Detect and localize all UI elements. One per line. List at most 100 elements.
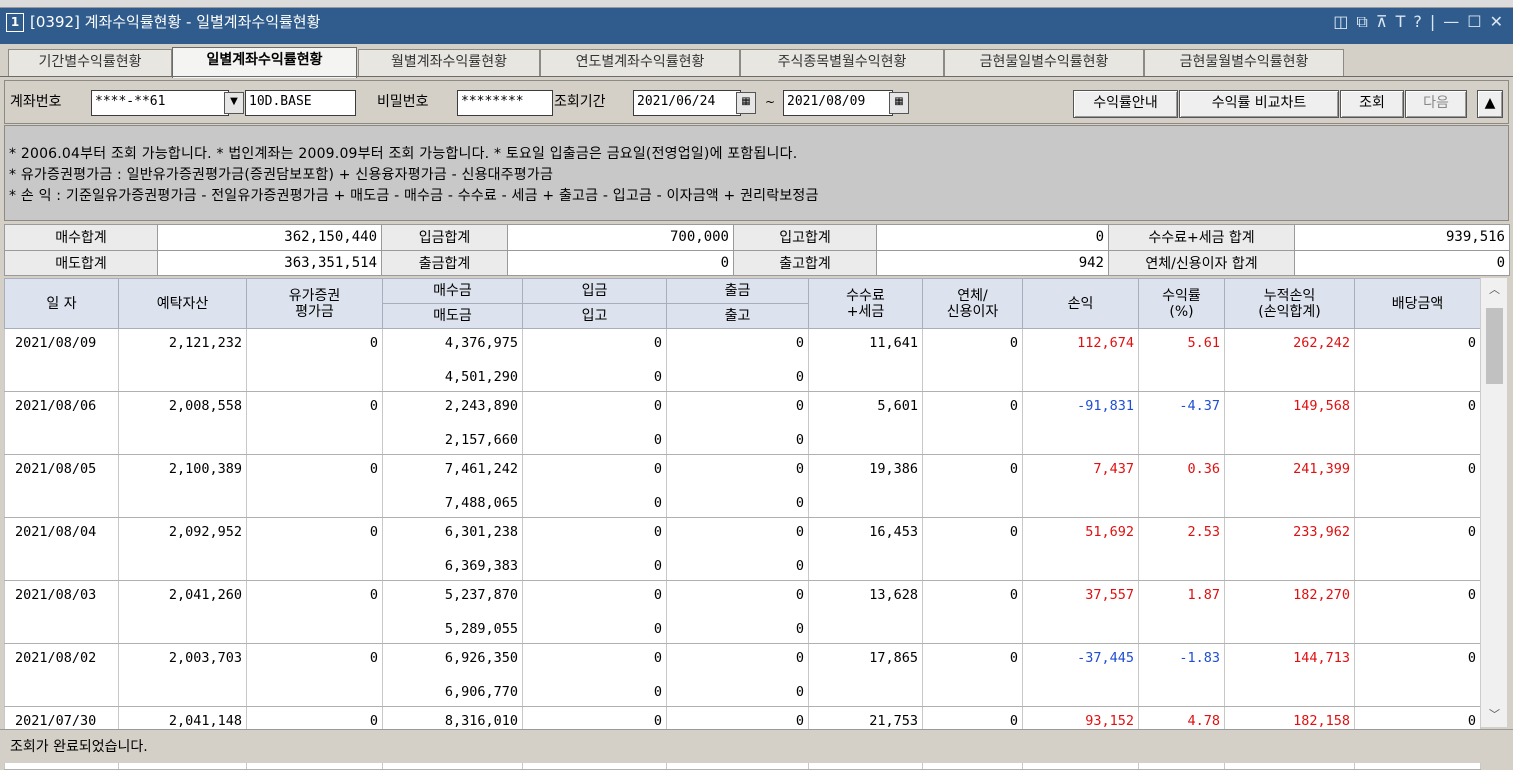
- grid-cell-date: 2021/08/04: [4, 517, 119, 581]
- help-icon[interactable]: ?: [1413, 12, 1422, 32]
- grid-cell-date: 2021/08/09: [4, 328, 119, 392]
- tab-monthly-account-return[interactable]: 월별계좌수익률현황: [358, 49, 540, 77]
- grid-cell-interest: 0: [922, 454, 1023, 518]
- scroll-up-icon[interactable]: ︿: [1481, 280, 1508, 300]
- col-header-securities[interactable]: 유가증권 평가금: [246, 278, 383, 329]
- tab-gold-monthly-return[interactable]: 금현물월별수익률현황: [1144, 49, 1344, 77]
- grid-cell-securities: 0: [246, 643, 383, 707]
- grid-cell-stock-in: 0: [522, 363, 667, 392]
- grid-cell-deposit-in: 0: [522, 643, 667, 678]
- grid-cell-deposit-in: 0: [522, 517, 667, 552]
- col-header-dividend[interactable]: 배당금액: [1354, 278, 1481, 329]
- table-row[interactable]: 2021/08/09 2,121,232 0 4,376,975 0 0 11,641 0 11…: [4, 328, 1481, 392]
- col-header-cumulative[interactable]: 누적손익 (손익합계): [1224, 278, 1355, 329]
- col-header-cumulative-line2: (손익합계): [1258, 303, 1321, 320]
- notice-panel: * 2006.04부터 조회 가능합니다. * 법인계좌는 2009.09부터 …: [4, 125, 1509, 221]
- grid-cell-dividend: 0: [1354, 391, 1481, 455]
- grid-cell-sell: 6,906,770: [382, 678, 523, 707]
- tab-period-return[interactable]: 기간별수익률현황: [8, 49, 172, 77]
- col-header-withdraw[interactable]: 출금: [666, 278, 809, 304]
- table-row[interactable]: 2021/08/04 2,092,952 0 6,301,238 0 0 16,453 0 51…: [4, 517, 1481, 581]
- grid-cell-securities: 0: [246, 580, 383, 644]
- col-header-fee-line1: 수수료: [846, 287, 885, 304]
- col-header-rate[interactable]: 수익률 (%): [1138, 278, 1225, 329]
- grid-cell-withdraw: 0: [666, 328, 809, 363]
- close-icon[interactable]: ✕: [1490, 12, 1503, 32]
- grid-cell-fee: 11,641: [808, 328, 923, 392]
- date-from-input[interactable]: 2021/06/24: [633, 90, 741, 116]
- grid-cell-stock-out: 0: [666, 426, 809, 455]
- scroll-thumb[interactable]: [1486, 308, 1503, 384]
- tab-daily-account-return[interactable]: 일별계좌수익률현황: [172, 47, 357, 78]
- new-window-icon[interactable]: ⧉: [1356, 12, 1367, 32]
- grid-cell-interest: 0: [922, 517, 1023, 581]
- minimize-icon[interactable]: —: [1443, 12, 1459, 32]
- return-compare-chart-button[interactable]: 수익률 비교차트: [1179, 90, 1339, 118]
- col-header-pnl[interactable]: 손익: [1022, 278, 1139, 329]
- grid-cell-asset: 2,092,952: [118, 517, 247, 581]
- grid-cell-stock-out: 0: [666, 489, 809, 518]
- table-row[interactable]: 2021/08/03 2,041,260 0 5,237,870 0 0 13,628 0 37…: [4, 580, 1481, 644]
- grid-cell-stock-in: 0: [522, 615, 667, 644]
- pin-icon[interactable]: ⊼: [1376, 12, 1388, 32]
- tab-stock-monthly-return[interactable]: 주식종목별월수익현황: [740, 49, 944, 77]
- summary-table: 매수합계 362,150,440 입금합계 700,000 입고합계 0 수수료…: [4, 224, 1510, 276]
- date-to-input[interactable]: 2021/08/09: [783, 90, 893, 116]
- col-header-stock-out[interactable]: 출고: [666, 303, 809, 329]
- table-row[interactable]: 2021/08/05 2,100,389 0 7,461,242 0 0 19,386 0 7,…: [4, 454, 1481, 518]
- return-guide-button[interactable]: 수익률안내: [1073, 90, 1178, 118]
- col-header-rate-line1: 수익률: [1162, 287, 1201, 304]
- col-header-deposit-in[interactable]: 입금: [522, 278, 667, 304]
- tab-yearly-account-return[interactable]: 연도별계좌수익률현황: [540, 49, 740, 77]
- grid-cell-dividend: 0: [1354, 328, 1481, 392]
- next-button[interactable]: 다음: [1405, 90, 1467, 118]
- grid-vertical-scrollbar[interactable]: ︿ ﹀: [1480, 278, 1507, 727]
- maximize-icon[interactable]: ☐: [1467, 12, 1481, 32]
- account-dropdown-icon[interactable]: ▼: [224, 92, 244, 114]
- grid-cell-cumulative: 182,270: [1224, 580, 1355, 644]
- total-buy-label: 매수합계: [4, 224, 158, 251]
- grid-cell-fee: 13,628: [808, 580, 923, 644]
- col-header-cumulative-line1: 누적손익: [1263, 287, 1316, 304]
- restore-layout-icon[interactable]: ◫: [1333, 12, 1348, 32]
- password-input[interactable]: ********: [457, 90, 553, 116]
- grid-cell-interest: 0: [922, 391, 1023, 455]
- grid-cell-withdraw: 0: [666, 643, 809, 678]
- col-header-deposit-asset[interactable]: 예탁자산: [118, 278, 247, 329]
- col-header-date[interactable]: 일 자: [4, 278, 119, 329]
- col-header-fee[interactable]: 수수료 +세금: [808, 278, 923, 329]
- account-number-input[interactable]: ****-**61: [91, 90, 229, 116]
- col-header-interest[interactable]: 연체/신용이자: [922, 278, 1023, 329]
- scroll-down-icon[interactable]: ﹀: [1481, 705, 1508, 725]
- date-range-tilde: ~: [765, 95, 776, 109]
- outer-frame-strip: [0, 0, 1513, 8]
- col-header-sell[interactable]: 매도금: [382, 303, 523, 329]
- col-header-interest-line1: 연체/: [957, 287, 988, 304]
- grid-cell-stock-out: 0: [666, 678, 809, 707]
- grid-cell-cumulative: 262,242: [1224, 328, 1355, 392]
- search-panel: 계좌번호 ****-**61 ▼ 10D.BASE 비밀번호 ******** …: [4, 80, 1509, 124]
- tab-gold-daily-return[interactable]: 금현물일별수익률현황: [944, 49, 1144, 77]
- grid-cell-pnl: 37,557: [1022, 580, 1139, 644]
- table-row[interactable]: 2021/08/02 2,003,703 0 6,926,350 0 0 17,865 0 -3…: [4, 643, 1481, 707]
- calendar-from-icon[interactable]: ▦: [736, 92, 756, 114]
- grid-cell-withdraw: 0: [666, 517, 809, 552]
- col-header-stock-in[interactable]: 입고: [522, 303, 667, 329]
- grid-cell-buy: 4,376,975: [382, 328, 523, 363]
- table-row[interactable]: 2021/08/06 2,008,558 0 2,243,890 0 0 5,601 0 -91…: [4, 391, 1481, 455]
- window-title: [0392] 계좌수익률현황 - 일별계좌수익률현황: [30, 13, 321, 31]
- account-name-field: 10D.BASE: [245, 90, 356, 116]
- grid-cell-pnl: 7,437: [1022, 454, 1139, 518]
- grid-cell-securities: 0: [246, 391, 383, 455]
- grid-cell-fee: 17,865: [808, 643, 923, 707]
- notice-line-2: * 유가증권평가금 : 일반유가증권평가금(증권담보포함) + 신용융자평가금 …: [9, 167, 554, 183]
- collapse-button[interactable]: ▲: [1477, 90, 1503, 118]
- grid-cell-buy: 6,301,238: [382, 517, 523, 552]
- col-header-buy[interactable]: 매수금: [382, 278, 523, 304]
- font-size-icon[interactable]: T: [1396, 12, 1406, 32]
- divider: |: [1429, 12, 1436, 31]
- query-button[interactable]: 조회: [1340, 90, 1404, 118]
- calendar-to-icon[interactable]: ▦: [889, 92, 909, 114]
- grid-cell-date: 2021/08/05: [4, 454, 119, 518]
- grid-cell-fee: 16,453: [808, 517, 923, 581]
